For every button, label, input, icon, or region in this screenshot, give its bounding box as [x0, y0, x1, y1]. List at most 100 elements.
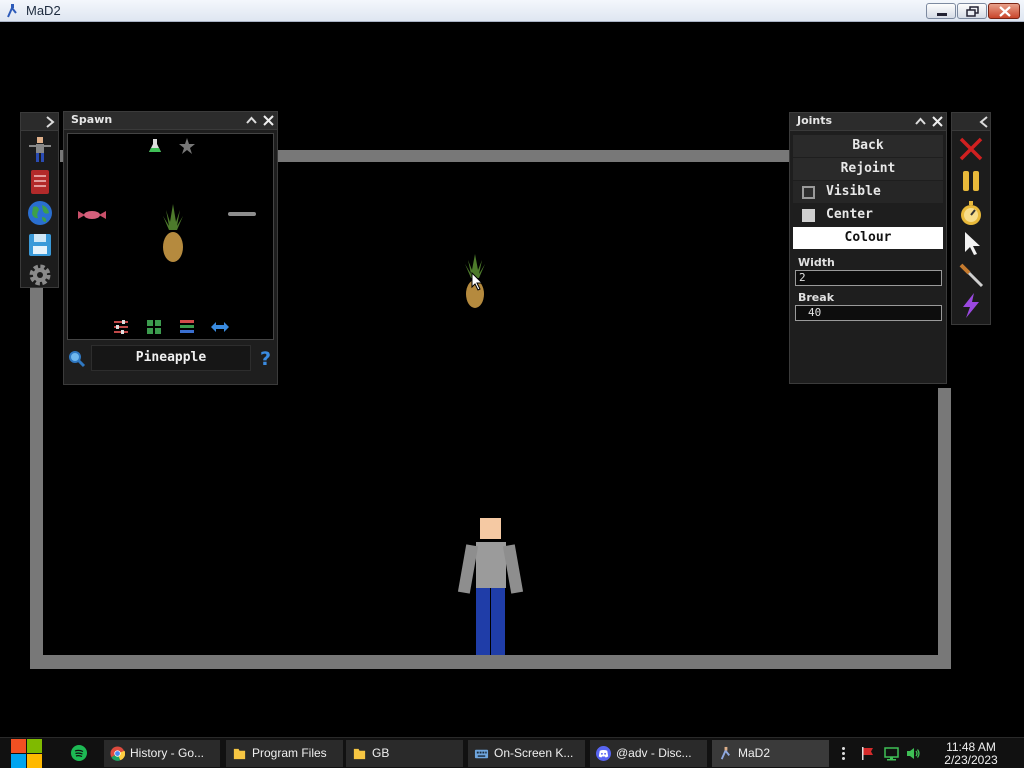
globe-icon[interactable] — [26, 199, 54, 227]
app-icon — [7, 4, 17, 18]
visible-checkbox[interactable]: Visible — [793, 181, 943, 203]
ragdoll-character[interactable] — [457, 517, 524, 657]
back-button[interactable]: Back — [793, 135, 943, 157]
spawn-view-controls — [68, 315, 273, 339]
spawn-panel: Spawn Pineapple ? — [63, 111, 278, 385]
gear-icon[interactable] — [26, 261, 54, 289]
help-icon[interactable]: ? — [258, 348, 274, 368]
taskbar-item-label: GB — [372, 746, 390, 760]
flag-icon[interactable] — [860, 746, 875, 761]
taskbar-item-label: @adv - Disc... — [616, 746, 692, 760]
spawn-search-row: Pineapple ? — [67, 345, 274, 371]
taskbar-clock[interactable]: 11:48 AM 2/23/2023 — [936, 741, 1006, 767]
clock-date: 2/23/2023 — [944, 753, 998, 767]
swap-arrows-icon[interactable] — [210, 319, 230, 335]
folder-icon — [353, 748, 366, 760]
right-dock-header — [952, 113, 990, 131]
center-checkbox[interactable]: Center — [793, 204, 943, 226]
ragdoll-head[interactable] — [480, 518, 501, 539]
pause-icon[interactable] — [957, 167, 985, 195]
knife-icon[interactable] — [957, 261, 985, 289]
list-view-icon[interactable] — [178, 318, 196, 336]
delete-icon[interactable] — [957, 135, 985, 163]
chrome-icon — [110, 746, 125, 761]
center-checkbox-box[interactable] — [802, 209, 815, 222]
more-vertical-icon[interactable] — [836, 746, 851, 761]
keyboard-icon — [474, 749, 489, 759]
rejoint-button[interactable]: Rejoint — [793, 158, 943, 180]
ragdoll-left-leg[interactable] — [476, 588, 490, 655]
svg-text:?: ? — [260, 348, 271, 368]
break-field[interactable]: 40 — [795, 305, 942, 321]
center-label: Center — [826, 207, 873, 222]
taskbar-item-gb[interactable]: GB — [346, 740, 463, 767]
taskbar-item-chrome[interactable]: History - Go... — [104, 740, 220, 767]
wall-left[interactable] — [30, 288, 43, 668]
pineapple-item[interactable] — [161, 204, 185, 264]
cursor-icon[interactable] — [957, 229, 985, 257]
start-button-icon[interactable] — [10, 738, 44, 768]
close-panel-icon[interactable] — [930, 114, 945, 129]
network-icon[interactable] — [884, 746, 899, 761]
stopwatch-icon[interactable] — [957, 199, 985, 227]
expand-right-icon[interactable] — [45, 116, 55, 128]
collapse-up-icon[interactable] — [244, 113, 259, 128]
colour-button[interactable]: Colour — [793, 227, 943, 249]
lightning-icon[interactable] — [957, 291, 985, 319]
mouse-cursor-icon — [471, 272, 483, 291]
wall-floor[interactable] — [30, 655, 951, 669]
star-icon[interactable] — [178, 137, 196, 155]
candy-item[interactable] — [78, 209, 106, 221]
search-icon[interactable] — [68, 350, 86, 368]
left-tool-dock — [20, 112, 59, 288]
volume-icon[interactable] — [906, 746, 921, 761]
folder-icon — [233, 748, 246, 760]
book-icon[interactable] — [26, 168, 54, 196]
save-icon[interactable] — [26, 231, 54, 259]
left-dock-header — [21, 113, 58, 131]
visible-label: Visible — [826, 184, 881, 199]
rod-item[interactable] — [228, 210, 256, 218]
spawn-search-input[interactable]: Pineapple — [91, 345, 251, 371]
visible-checkbox-box[interactable] — [802, 186, 815, 199]
width-field[interactable]: 2 — [795, 270, 942, 286]
taskbar: History - Go... Program Files GB On-Scre… — [0, 737, 1024, 768]
ragdoll-torso[interactable] — [476, 542, 506, 588]
restore-button[interactable] — [957, 3, 987, 19]
taskbar-item-label: On-Screen K... — [494, 746, 574, 760]
taskbar-item-label: MaD2 — [738, 746, 771, 760]
spawn-panel-header[interactable]: Spawn — [64, 112, 277, 130]
joints-panel-title: Joints — [797, 114, 833, 127]
expand-left-icon[interactable] — [979, 116, 989, 128]
sliders-icon[interactable] — [112, 318, 130, 336]
spotify-icon[interactable] — [71, 745, 87, 761]
close-panel-icon[interactable] — [261, 113, 276, 128]
spawn-item-grid — [67, 133, 274, 340]
taskbar-item-mad2[interactable]: MaD2 — [712, 740, 829, 767]
taskbar-item-discord[interactable]: @adv - Disc... — [590, 740, 707, 767]
close-button[interactable] — [988, 3, 1020, 19]
spawn-panel-title: Spawn — [71, 113, 113, 126]
minimize-button[interactable] — [926, 3, 956, 19]
break-label: Break — [798, 291, 835, 304]
flask-icon[interactable] — [146, 137, 164, 155]
wall-right[interactable] — [938, 388, 951, 668]
grid-view-icon[interactable] — [145, 318, 163, 336]
joints-panel-header[interactable]: Joints — [790, 113, 946, 131]
window-titlebar: MaD2 — [0, 0, 1024, 22]
taskbar-item-label: History - Go... — [130, 746, 205, 760]
ragdoll-right-leg[interactable] — [491, 588, 505, 655]
game-canvas[interactable]: Spawn Pineapple ? Joints Back Rejoint Vi… — [0, 22, 1024, 737]
window-title: MaD2 — [26, 3, 61, 18]
taskbar-item-onscreen-keyboard[interactable]: On-Screen K... — [468, 740, 585, 767]
collapse-up-icon[interactable] — [913, 114, 928, 129]
ragdoll-icon[interactable] — [26, 135, 54, 163]
mad2-app-icon — [720, 746, 730, 760]
taskbar-item-program-files[interactable]: Program Files — [226, 740, 343, 767]
discord-icon — [596, 746, 611, 761]
spawn-category-tabs — [68, 134, 273, 158]
close-icon — [999, 6, 1011, 17]
right-tool-dock — [951, 112, 991, 325]
minimize-icon — [937, 13, 947, 16]
taskbar-item-label: Program Files — [252, 746, 327, 760]
